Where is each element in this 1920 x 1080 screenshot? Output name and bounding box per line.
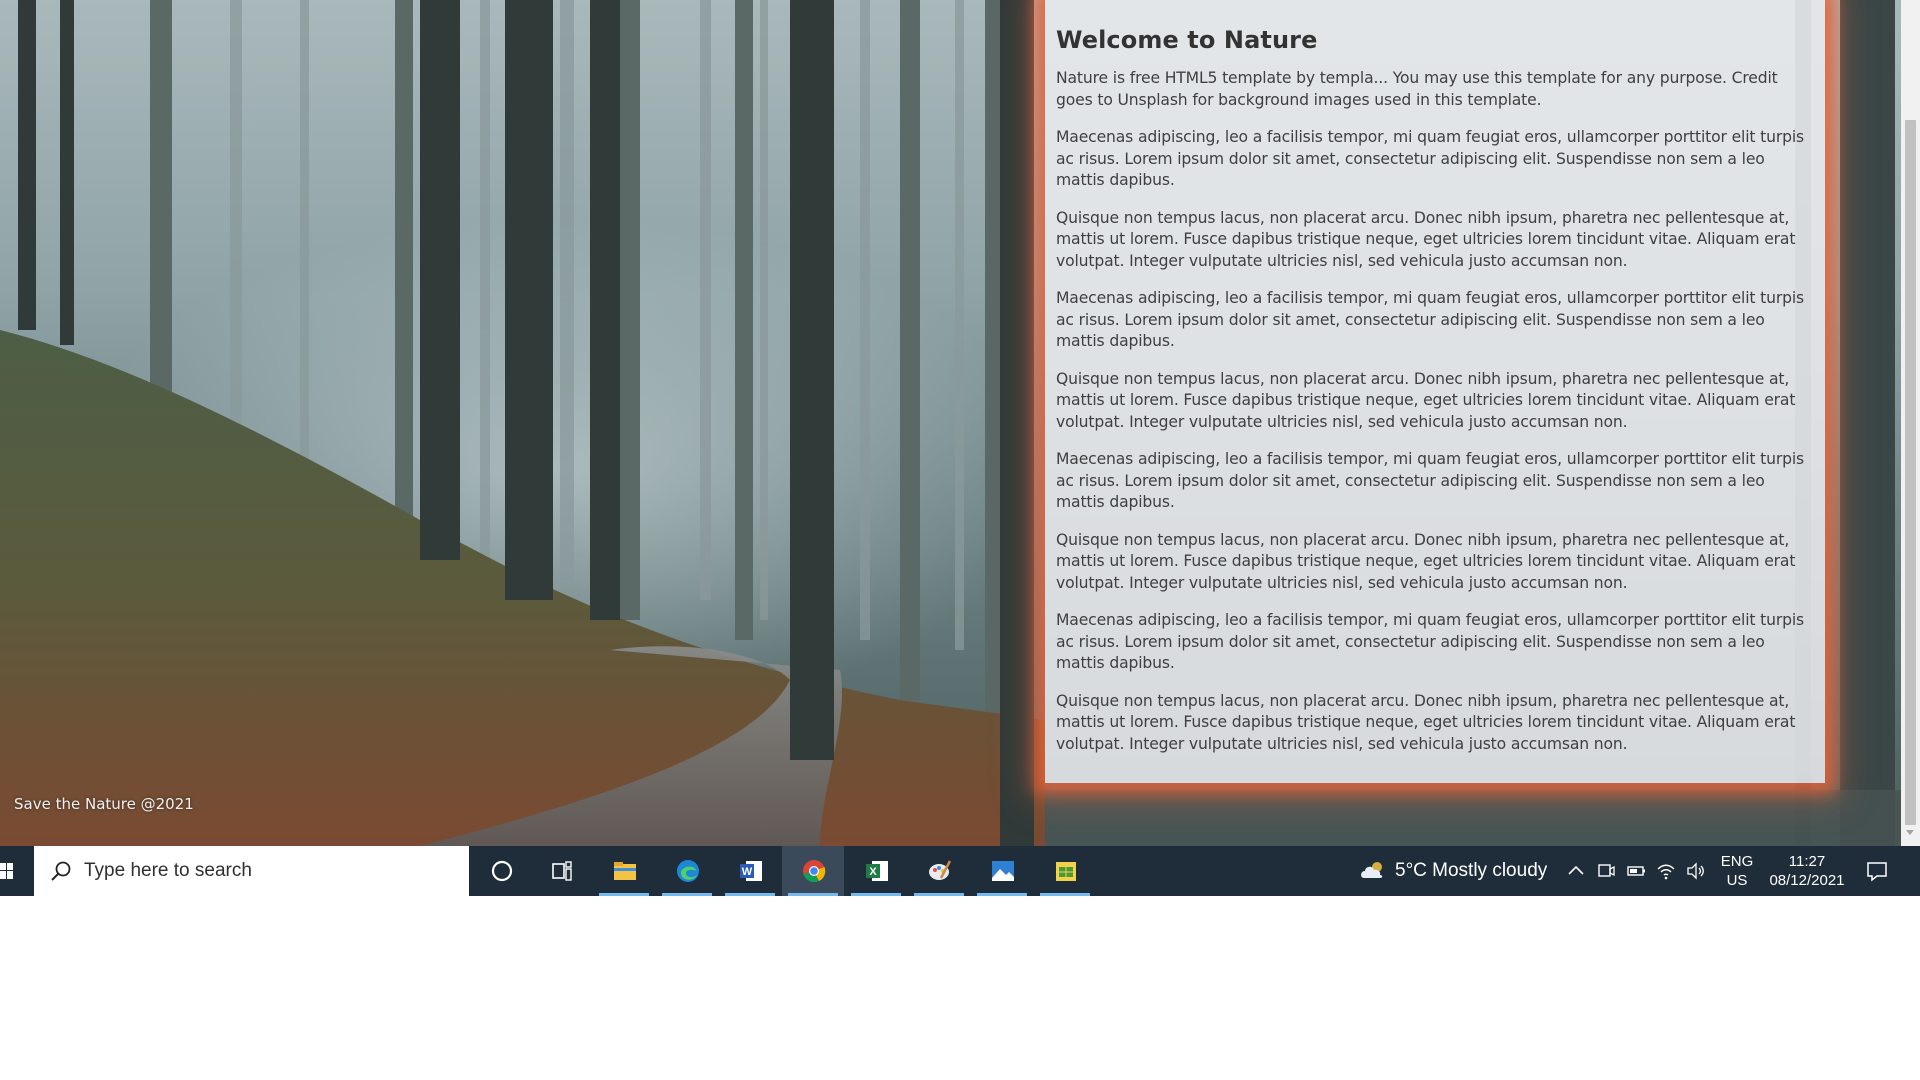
- search-icon: [51, 861, 71, 881]
- desktop-screen: Welcome to Nature Nature is free HTML5 t…: [0, 0, 1920, 1080]
- running-indicator: [662, 893, 712, 896]
- taskbar-app-edge[interactable]: [656, 846, 718, 896]
- paragraph: Quisque non tempus lacus, non placerat a…: [1056, 691, 1796, 753]
- paragraph: Quisque non tempus lacus, non placerat a…: [1056, 208, 1796, 270]
- chrome-icon: [803, 860, 826, 883]
- paint-icon: [929, 860, 952, 880]
- content-panel: Welcome to Nature Nature is free HTML5 t…: [1045, 0, 1825, 783]
- task-view-button[interactable]: [530, 846, 592, 896]
- paragraph: Quisque non tempus lacus, non placerat a…: [1056, 369, 1796, 431]
- wifi-icon[interactable]: [1655, 860, 1677, 882]
- windows-logo-icon: [0, 863, 13, 879]
- taskbar-search-box[interactable]: Type here to search: [34, 846, 469, 896]
- vertical-scrollbar[interactable]: [1901, 0, 1920, 846]
- running-indicator: [914, 893, 964, 896]
- taskbar-app-excel[interactable]: X: [845, 846, 907, 896]
- volume-icon[interactable]: [1685, 860, 1707, 882]
- running-indicator: [599, 893, 649, 896]
- running-indicator: [1040, 893, 1090, 896]
- file-explorer-icon: [614, 862, 636, 880]
- cloud-icon: [1361, 862, 1383, 878]
- taskbar-app-photos[interactable]: [971, 846, 1033, 896]
- paragraph: Quisque non tempus lacus, non placerat a…: [1056, 530, 1796, 592]
- page-title: Welcome to Nature: [1056, 26, 1318, 54]
- taskbar-app-file-explorer[interactable]: [593, 846, 655, 896]
- meet-now-icon[interactable]: [1595, 860, 1617, 882]
- paragraph: Maecenas adipiscing, leo a facilisis tem…: [1056, 450, 1805, 511]
- footer-text: Save the Nature @2021: [14, 795, 194, 813]
- notification-icon[interactable]: [1865, 859, 1889, 883]
- scroll-down-arrow-icon[interactable]: [1906, 830, 1914, 835]
- search-placeholder: Type here to search: [84, 860, 252, 881]
- battery-icon[interactable]: [1625, 860, 1647, 882]
- language-indicator[interactable]: ENG US: [1720, 852, 1754, 890]
- language-code: ENG: [1720, 853, 1754, 870]
- weather-text: 5°C Mostly cloudy: [1395, 860, 1548, 881]
- clock-time: 11:27: [1788, 853, 1826, 870]
- start-button[interactable]: [0, 846, 34, 896]
- taskbar-app-chrome[interactable]: [782, 846, 844, 896]
- running-indicator: [977, 893, 1027, 896]
- cortana-button[interactable]: [470, 846, 532, 896]
- clock-date: 08/12/2021: [1769, 872, 1845, 889]
- task-view-icon: [552, 861, 572, 881]
- photos-icon: [992, 861, 1014, 881]
- paragraph: Maecenas adipiscing, leo a facilisis tem…: [1056, 289, 1805, 350]
- running-indicator: [851, 893, 901, 896]
- edge-icon: [677, 860, 699, 882]
- taskbar-app-word[interactable]: W: [719, 846, 781, 896]
- running-indicator: [725, 893, 775, 896]
- taskbar-app-paint[interactable]: [908, 846, 970, 896]
- svg-text:W: W: [742, 866, 753, 878]
- excel-icon: X: [866, 861, 888, 881]
- taskbar-app-sheet[interactable]: [1034, 846, 1096, 896]
- scrollbar-thumb[interactable]: [1905, 120, 1916, 825]
- weather-widget[interactable]: 5°C Mostly cloudy: [1355, 846, 1555, 896]
- chevron-up-icon[interactable]: [1565, 860, 1587, 882]
- running-indicator: [788, 893, 838, 896]
- paragraph: Nature is free HTML5 template by templa.…: [1056, 69, 1778, 109]
- system-clock[interactable]: 11:27 08/12/2021: [1764, 852, 1850, 890]
- taskbar: Type here to search W X 5°C Mostly cloud…: [0, 846, 1920, 896]
- paragraph: Maecenas adipiscing, leo a facilisis tem…: [1056, 611, 1805, 672]
- sheet-app-icon: [1056, 862, 1076, 881]
- word-icon: W: [740, 861, 762, 881]
- browser-viewport: Welcome to Nature Nature is free HTML5 t…: [0, 0, 1920, 846]
- region-code: US: [1726, 872, 1748, 889]
- cortana-icon: [491, 860, 513, 882]
- svg-text:X: X: [869, 866, 877, 878]
- paragraph: Maecenas adipiscing, leo a facilisis tem…: [1056, 128, 1805, 189]
